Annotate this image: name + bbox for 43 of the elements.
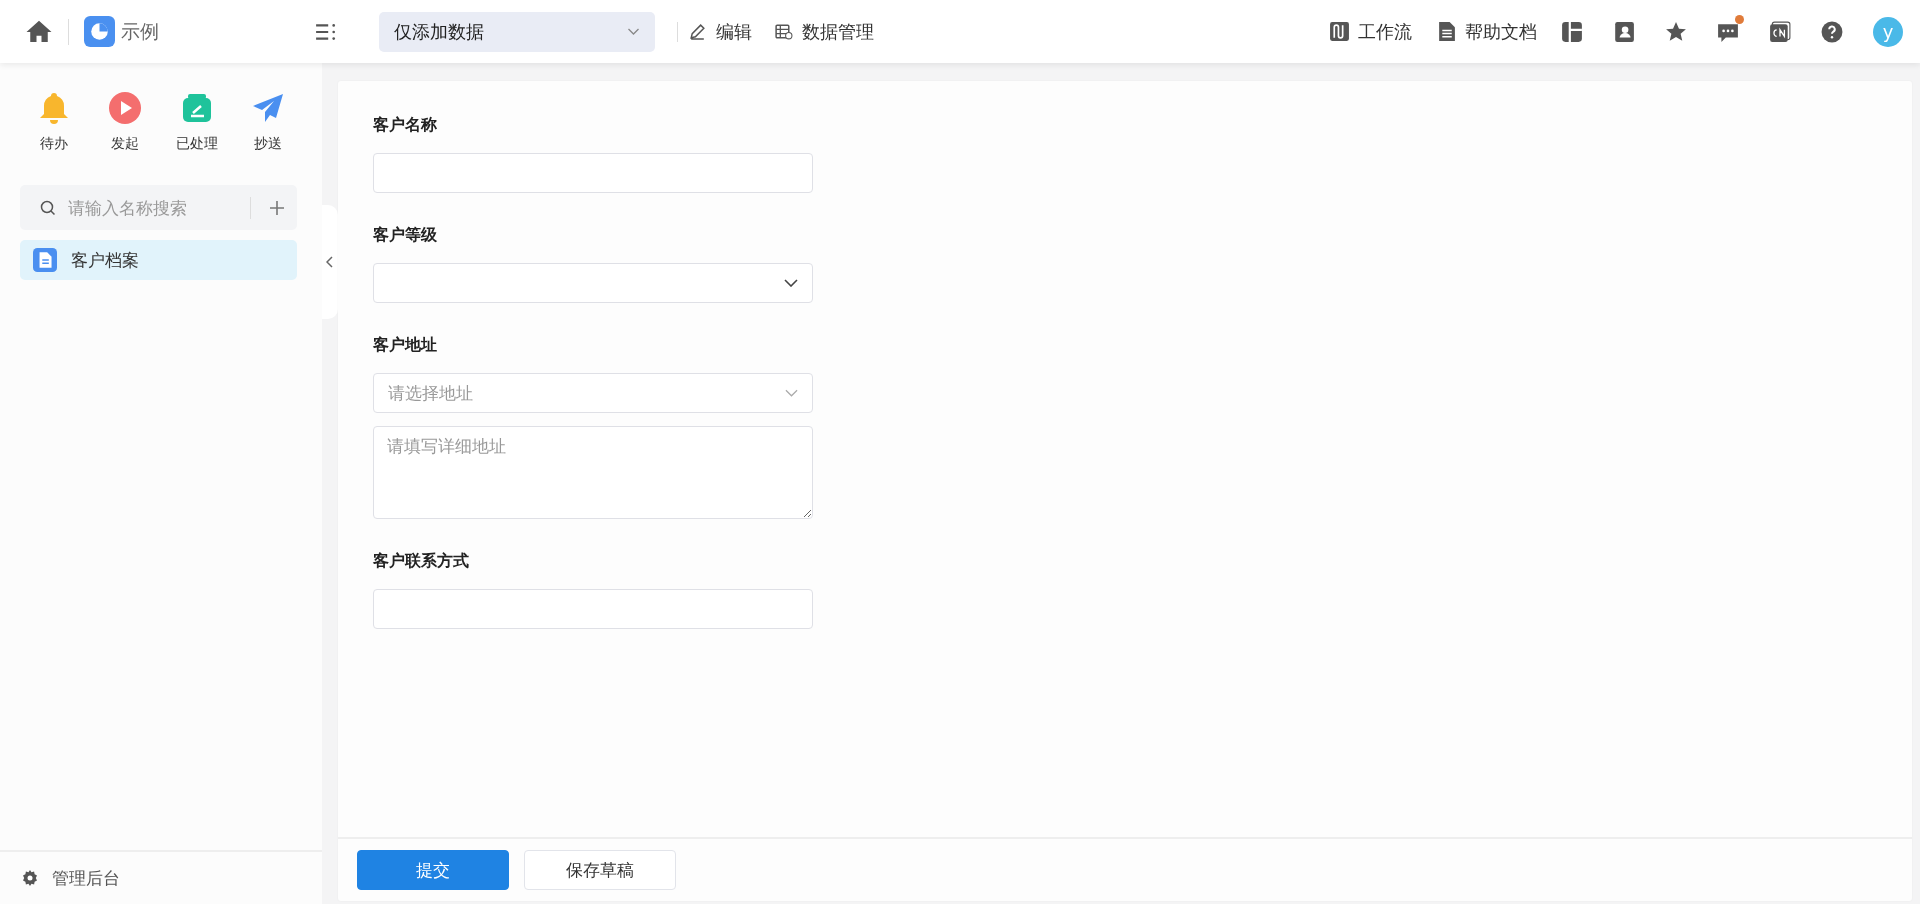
field-label: 客户地址 (373, 335, 438, 356)
layout-icon[interactable] (1561, 20, 1583, 43)
add-icon[interactable] (269, 199, 285, 216)
chevron-icon (627, 27, 640, 36)
admin-link[interactable]: 管理后台 (52, 866, 120, 890)
input-field[interactable] (373, 153, 813, 193)
quick-label[interactable]: 待办 (40, 135, 68, 153)
language-icon[interactable] (1769, 20, 1791, 43)
chevron-icon (785, 389, 798, 397)
address-textarea[interactable]: 请填写详细地址 (373, 426, 813, 519)
search-icon (40, 199, 56, 216)
sidebar-item[interactable]: 客户档案 (20, 240, 297, 280)
search-box[interactable]: 请输入名称搜索 (20, 185, 297, 230)
select-field[interactable] (373, 263, 813, 303)
document-icon[interactable] (1436, 21, 1457, 42)
contacts-icon[interactable] (1613, 20, 1635, 43)
save-draft-button[interactable]: 保存草稿 (524, 850, 676, 890)
chevron-icon (784, 279, 798, 287)
app-name: 示例 (121, 18, 159, 44)
quick-label[interactable]: 抄送 (254, 135, 282, 153)
field-label: 客户名称 (373, 115, 438, 136)
header-link[interactable]: 工作流 (1358, 19, 1412, 44)
action-link[interactable]: 编辑 (716, 19, 752, 44)
workflow-icon[interactable] (1329, 21, 1350, 42)
header-link[interactable]: 帮助文档 (1465, 19, 1537, 44)
settings-icon[interactable] (22, 870, 38, 886)
document-icon (33, 248, 57, 272)
view-select[interactable]: 仅添加数据 (379, 11, 655, 52)
action-link[interactable]: 数据管理 (802, 19, 874, 44)
play-icon[interactable] (108, 91, 143, 125)
field-label: 客户等级 (373, 225, 438, 246)
input-field[interactable] (373, 589, 813, 629)
app-logo-icon (84, 16, 115, 47)
star-icon[interactable] (1665, 20, 1687, 43)
quick-label[interactable]: 已处理 (175, 135, 218, 153)
quick-label[interactable]: 发起 (111, 135, 140, 153)
pencil-icon[interactable] (688, 22, 707, 41)
field-label: 客户联系方式 (373, 551, 470, 572)
table-icon[interactable] (774, 22, 793, 41)
menu-icon[interactable] (315, 22, 337, 41)
submit-button[interactable]: 提交 (357, 850, 509, 890)
search-field[interactable]: 请输入名称搜索 (66, 196, 250, 219)
help-icon[interactable] (1821, 20, 1843, 43)
